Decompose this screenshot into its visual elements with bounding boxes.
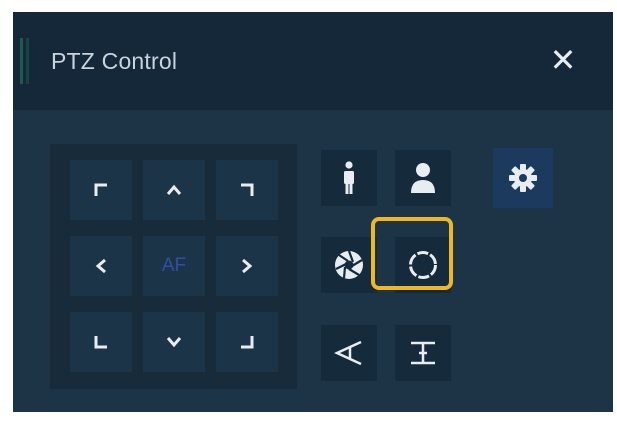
person-bust-icon: [411, 163, 435, 193]
zoom-wide-button[interactable]: [321, 325, 377, 381]
up-right-corner-icon: [241, 183, 254, 196]
tilt-up-button[interactable]: [143, 160, 205, 220]
zoom-tele-icon: [411, 341, 435, 365]
pan-right-button[interactable]: [216, 236, 278, 296]
full-body-view-button[interactable]: [321, 150, 377, 206]
iris-aperture-icon: [335, 250, 363, 279]
person-full-body-icon: [344, 161, 354, 194]
direction-pad: AF: [50, 144, 297, 389]
zoom-tele-button[interactable]: [395, 325, 451, 381]
panel-header: PTZ Control ✕: [13, 12, 613, 110]
close-icon: ✕: [549, 42, 577, 78]
pan-down-left-button[interactable]: [70, 312, 132, 372]
settings-button[interactable]: [493, 148, 553, 208]
right-chevron-icon: [242, 258, 253, 274]
zoom-wide-icon: [333, 340, 362, 366]
gear-icon: [509, 164, 537, 192]
down-chevron-icon: [166, 337, 182, 348]
panel-title: PTZ Control: [51, 48, 178, 74]
af-label: AF: [161, 255, 187, 276]
pan-up-left-button[interactable]: [70, 160, 132, 220]
autofocus-button[interactable]: AF: [143, 236, 205, 296]
focus-ring-icon: [409, 251, 437, 279]
pan-up-right-button[interactable]: [216, 160, 278, 220]
ptz-control-panel: PTZ Control ✕ AF: [13, 12, 613, 412]
close-button[interactable]: ✕: [545, 42, 581, 78]
pan-down-right-button[interactable]: [216, 312, 278, 372]
pan-left-button[interactable]: [70, 236, 132, 296]
tilt-down-button[interactable]: [143, 312, 205, 372]
up-left-corner-icon: [94, 183, 107, 196]
header-accent-bar-secondary: [26, 38, 29, 84]
header-accent-bar: [20, 38, 23, 84]
bust-view-button[interactable]: [395, 150, 451, 206]
left-chevron-icon: [95, 258, 106, 274]
down-right-corner-icon: [241, 336, 254, 349]
up-chevron-icon: [166, 184, 182, 195]
focus-ring-button[interactable]: [395, 237, 451, 293]
down-left-corner-icon: [94, 336, 107, 349]
iris-button[interactable]: [321, 237, 377, 293]
